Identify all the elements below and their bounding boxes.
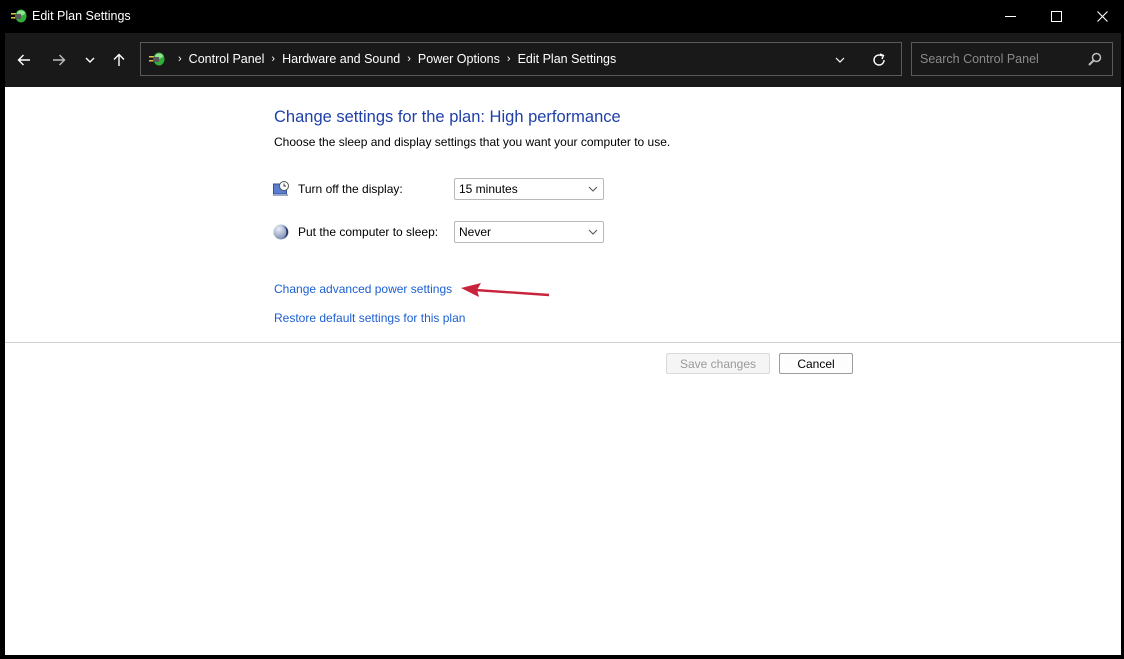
- forward-button[interactable]: [46, 47, 72, 73]
- up-button[interactable]: [106, 47, 132, 73]
- breadcrumb-edit-plan-settings[interactable]: Edit Plan Settings: [518, 52, 617, 66]
- address-history-dropdown[interactable]: [831, 51, 849, 69]
- arrow-up-icon: [113, 53, 125, 66]
- sleep-moon-icon: [273, 224, 289, 240]
- search-input[interactable]: [912, 43, 1082, 75]
- breadcrumb: › Control Panel › Hardware and Sound › P…: [171, 43, 616, 75]
- breadcrumb-power-options[interactable]: Power Options: [418, 52, 500, 66]
- window-title: Edit Plan Settings: [32, 9, 131, 23]
- chevron-down-icon: [85, 57, 95, 63]
- save-changes-button[interactable]: Save changes: [666, 353, 770, 374]
- breadcrumb-separator[interactable]: ›: [407, 53, 411, 65]
- change-advanced-power-settings-link[interactable]: Change advanced power settings: [274, 282, 452, 296]
- navigation-bar: › Control Panel › Hardware and Sound › P…: [5, 33, 1121, 87]
- back-button[interactable]: [11, 47, 37, 73]
- control-panel-icon: [149, 52, 165, 66]
- power-options-app-icon: [11, 9, 27, 23]
- sleep-timeout-label: Put the computer to sleep:: [298, 225, 439, 239]
- chevron-down-icon: [588, 229, 598, 235]
- close-icon: [1096, 11, 1108, 22]
- title-bar: Edit Plan Settings: [2, 0, 1124, 33]
- refresh-button[interactable]: [869, 50, 889, 70]
- arrow-right-icon: [53, 54, 66, 66]
- page-title: Change settings for the plan: High perfo…: [274, 108, 621, 126]
- page-description: Choose the sleep and display settings th…: [274, 135, 671, 149]
- refresh-icon: [873, 53, 885, 66]
- sleep-timeout-select[interactable]: Never: [454, 221, 604, 243]
- display-timeout-select[interactable]: 15 minutes: [454, 178, 604, 200]
- close-button[interactable]: [1079, 0, 1124, 33]
- restore-default-settings-link[interactable]: Restore default settings for this plan: [274, 311, 465, 325]
- recent-locations-button[interactable]: [77, 47, 103, 73]
- divider: [5, 342, 1121, 343]
- breadcrumb-separator[interactable]: ›: [507, 53, 511, 65]
- breadcrumb-separator[interactable]: ›: [178, 53, 182, 65]
- annotation-arrow-icon: [461, 283, 550, 297]
- search-box[interactable]: [911, 42, 1113, 76]
- chevron-down-icon: [588, 186, 598, 192]
- address-bar[interactable]: › Control Panel › Hardware and Sound › P…: [140, 42, 902, 76]
- breadcrumb-separator[interactable]: ›: [271, 53, 275, 65]
- cancel-button[interactable]: Cancel: [779, 353, 853, 374]
- sleep-timeout-value: Never: [459, 225, 492, 239]
- display-timeout-value: 15 minutes: [459, 182, 518, 196]
- display-timer-icon: [273, 181, 289, 196]
- content-pane: Change settings for the plan: High perfo…: [5, 87, 1121, 655]
- breadcrumb-hardware-and-sound[interactable]: Hardware and Sound: [282, 52, 400, 66]
- display-timeout-label: Turn off the display:: [298, 182, 403, 196]
- breadcrumb-control-panel[interactable]: Control Panel: [189, 52, 265, 66]
- arrow-left-icon: [17, 54, 30, 66]
- minimize-icon: [1004, 15, 1016, 17]
- search-icon[interactable]: [1088, 52, 1102, 66]
- window: Edit Plan Settings › Control Panel › Har…: [0, 0, 1124, 659]
- minimize-button[interactable]: [987, 0, 1033, 33]
- maximize-button[interactable]: [1033, 0, 1079, 33]
- chevron-down-icon: [835, 57, 845, 63]
- maximize-icon: [1050, 11, 1062, 22]
